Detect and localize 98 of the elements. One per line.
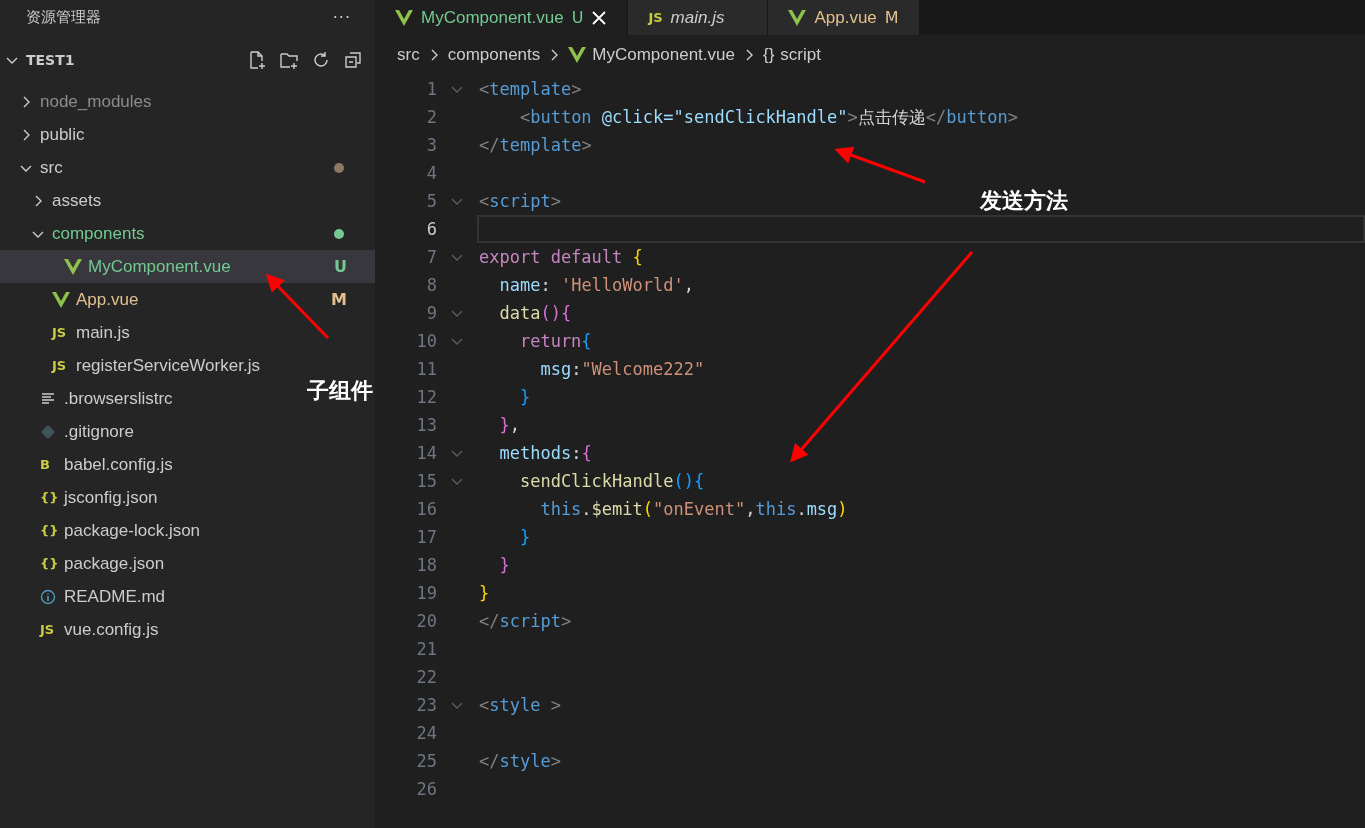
editor-tab[interactable]: App.vue M bbox=[768, 0, 920, 35]
file-item[interactable]: B babel.config.js bbox=[0, 448, 305, 481]
line-number: 19 bbox=[415, 583, 437, 603]
code-line: methods:{ bbox=[498, 443, 592, 463]
code-line: <script> bbox=[479, 191, 561, 211]
annotation-arrow bbox=[265, 273, 330, 340]
file-item[interactable]: README.md bbox=[0, 580, 305, 613]
line-number: 25 bbox=[415, 751, 437, 771]
line-number: 23 bbox=[415, 695, 437, 715]
code-line: <template> bbox=[479, 79, 582, 99]
new-file-icon[interactable] bbox=[247, 50, 267, 70]
vue-logo-icon bbox=[64, 258, 82, 275]
line-number: 24 bbox=[415, 723, 437, 743]
breadcrumb-item[interactable]: MyComponent.vue bbox=[592, 45, 735, 65]
editor-tab[interactable]: JS main.js bbox=[628, 0, 769, 35]
line-number: 13 bbox=[415, 415, 437, 435]
vue-logo-icon bbox=[568, 47, 587, 63]
line-number: 1 bbox=[425, 79, 437, 99]
refresh-icon[interactable] bbox=[311, 50, 331, 70]
code-line: name: 'HelloWorld', bbox=[498, 275, 694, 295]
code-line: } bbox=[479, 583, 490, 603]
line-number: 9 bbox=[425, 303, 437, 323]
line-number: 15 bbox=[415, 471, 437, 491]
file-type-icon: {} bbox=[40, 490, 59, 505]
code-line: msg:"Welcome222" bbox=[539, 359, 705, 379]
annotation-label: 子组件 bbox=[307, 376, 373, 405]
line-number: 5 bbox=[425, 191, 437, 211]
file-type-icon: {} bbox=[40, 556, 59, 571]
file-item[interactable]: JS vue.config.js bbox=[0, 613, 305, 646]
file-item[interactable]: JS main.js bbox=[0, 316, 305, 349]
new-folder-icon[interactable] bbox=[279, 50, 299, 70]
editor-tab[interactable]: MyComponent.vue U bbox=[375, 0, 629, 35]
lines-icon bbox=[40, 391, 56, 406]
folder-item[interactable]: assets bbox=[0, 184, 305, 217]
line-number: 10 bbox=[415, 331, 437, 351]
file-item[interactable]: App.vue M bbox=[0, 283, 375, 316]
folder-item[interactable]: components bbox=[0, 217, 375, 250]
line-number: 8 bbox=[425, 275, 437, 295]
code-line: sendClickHandle(){ bbox=[518, 471, 705, 491]
braces-icon: {} bbox=[763, 45, 775, 65]
file-item[interactable]: .gitignore bbox=[0, 415, 305, 448]
file-type-icon: JS bbox=[52, 325, 67, 340]
line-number: 26 bbox=[415, 779, 437, 799]
code-line: </script> bbox=[479, 611, 572, 631]
file-type-icon: B bbox=[40, 457, 50, 472]
code-line: } bbox=[518, 387, 531, 407]
diamond-icon bbox=[40, 423, 56, 440]
code-line: </style> bbox=[479, 751, 561, 771]
file-item[interactable]: JS registerServiceWorker.js bbox=[0, 349, 305, 382]
info-icon bbox=[40, 588, 56, 605]
code-line: export default { bbox=[479, 247, 643, 267]
code-line: </template> bbox=[479, 135, 592, 155]
code-line: }, bbox=[498, 415, 520, 435]
file-item[interactable]: {} package.json bbox=[0, 547, 305, 580]
breadcrumb-item[interactable]: components bbox=[447, 45, 541, 65]
code-line: <button @click="sendClickHandle">点击传递</button> bbox=[518, 105, 1018, 129]
line-number: 16 bbox=[415, 499, 437, 519]
code-line: data(){ bbox=[498, 303, 572, 323]
code-line: } bbox=[518, 527, 531, 547]
breadcrumb-item[interactable]: script bbox=[780, 45, 821, 65]
file-item[interactable]: {} jsconfig.json bbox=[0, 481, 305, 514]
file-item[interactable]: .browserslistrc bbox=[0, 382, 305, 415]
line-number: 4 bbox=[425, 163, 437, 183]
file-item[interactable]: {} package-lock.json bbox=[0, 514, 305, 547]
file-type-icon: JS bbox=[52, 358, 67, 373]
file-type-icon: JS bbox=[40, 622, 55, 637]
line-number: 17 bbox=[415, 527, 437, 547]
line-number: 2 bbox=[425, 107, 437, 127]
code-line: } bbox=[498, 555, 510, 575]
more-actions-button[interactable]: ··· bbox=[332, 8, 351, 27]
folder-item[interactable]: node_modules bbox=[0, 85, 305, 118]
file-item[interactable]: MyComponent.vue U bbox=[0, 250, 375, 283]
code-line: return{ bbox=[518, 331, 592, 351]
line-number: 20 bbox=[415, 611, 437, 631]
line-number: 3 bbox=[425, 135, 437, 155]
file-type-icon: {} bbox=[40, 523, 59, 538]
line-number: 21 bbox=[415, 639, 437, 659]
explorer-title: 资源管理器 bbox=[26, 8, 101, 27]
file-type-icon: JS bbox=[648, 10, 663, 25]
line-number: 12 bbox=[415, 387, 437, 407]
annotation-label: 发送方法 bbox=[980, 186, 1068, 215]
project-header[interactable]: TEST1 bbox=[0, 35, 375, 85]
line-number: 11 bbox=[415, 359, 437, 379]
close-icon[interactable] bbox=[591, 9, 608, 26]
line-number: 22 bbox=[415, 667, 437, 687]
breadcrumb-item[interactable]: src bbox=[397, 45, 420, 65]
folder-item[interactable]: src bbox=[0, 151, 375, 184]
line-number: 18 bbox=[415, 555, 437, 575]
collapse-icon[interactable] bbox=[343, 50, 363, 70]
vue-logo-icon bbox=[52, 291, 70, 308]
vue-logo-icon bbox=[395, 9, 413, 26]
line-number: 7 bbox=[425, 247, 437, 267]
code-line: this.$emit("onEvent",this.msg) bbox=[539, 499, 848, 519]
line-number: 6 bbox=[425, 219, 437, 239]
line-number: 14 bbox=[415, 443, 437, 463]
folder-item[interactable]: public bbox=[0, 118, 305, 151]
code-line: <style > bbox=[479, 695, 561, 715]
vue-logo-icon bbox=[788, 9, 807, 26]
